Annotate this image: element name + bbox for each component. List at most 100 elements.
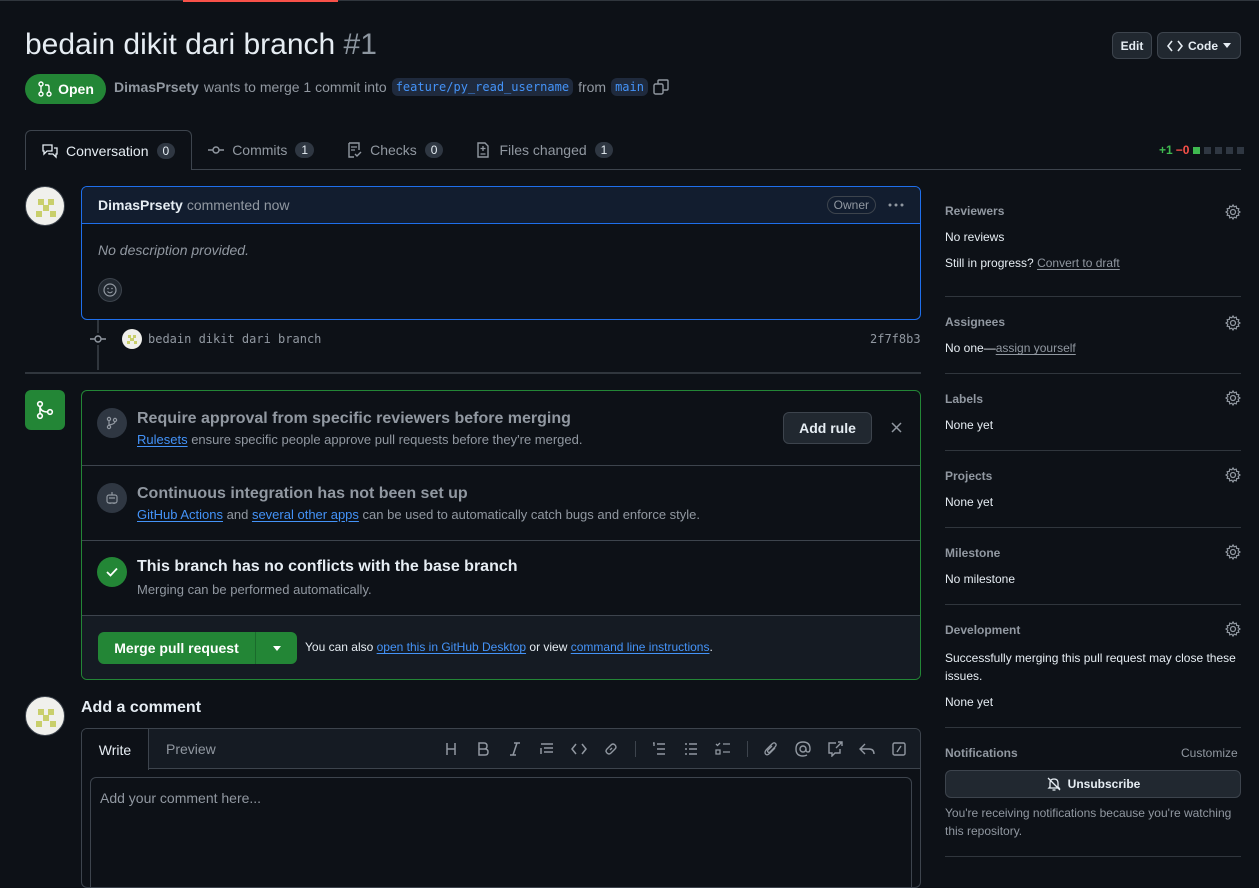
reply-icon[interactable] xyxy=(858,740,876,758)
slash-command-icon[interactable] xyxy=(890,740,908,758)
assign-yourself-link[interactable]: assign yourself xyxy=(996,341,1076,355)
milestone-heading[interactable]: Milestone xyxy=(945,546,1000,560)
ci-section: Continuous integration has not been set … xyxy=(82,466,920,541)
reviewers-heading[interactable]: Reviewers xyxy=(945,204,1004,218)
code-button[interactable]: Code xyxy=(1157,32,1241,59)
reviewers-value: No reviews xyxy=(945,230,1005,244)
from-text: from xyxy=(578,79,607,95)
progress-text: Still in progress? xyxy=(945,256,1034,270)
ordered-list-icon[interactable] xyxy=(650,740,668,758)
command-line-link[interactable]: command line instructions xyxy=(571,640,710,654)
tab-preview[interactable]: Preview xyxy=(166,729,216,769)
commit-sha[interactable]: 2f7f8b3 xyxy=(870,332,921,346)
ci-subtitle: can be used to automatically catch bugs … xyxy=(362,507,701,522)
projects-value: None yet xyxy=(945,495,994,509)
labels-value: None yet xyxy=(945,418,994,432)
commit-avatar[interactable] xyxy=(122,329,142,349)
notifications-description: You're receiving notifications because y… xyxy=(945,806,1232,838)
merge-options-dropdown[interactable] xyxy=(256,632,297,664)
comment-time[interactable]: commented now xyxy=(187,197,290,213)
gear-icon[interactable] xyxy=(1225,204,1241,220)
git-commit-icon xyxy=(90,333,106,345)
tab-files-changed[interactable]: Files changed 1 xyxy=(459,130,629,170)
code-icon xyxy=(1167,40,1183,52)
projects-heading[interactable]: Projects xyxy=(945,469,992,483)
quote-icon[interactable] xyxy=(538,740,556,758)
gear-icon[interactable] xyxy=(1225,315,1241,331)
tab-count: 1 xyxy=(295,142,315,158)
italic-icon[interactable] xyxy=(506,740,524,758)
unsubscribe-label: Unsubscribe xyxy=(1067,777,1141,791)
copy-icon[interactable] xyxy=(653,79,669,95)
comment-header: DimasPrsety commented now Owner xyxy=(82,187,920,224)
tab-commits[interactable]: Commits 1 xyxy=(192,130,330,170)
convert-to-draft-link[interactable]: Convert to draft xyxy=(1037,256,1120,270)
gear-icon[interactable] xyxy=(1225,621,1241,637)
kebab-horizontal-icon[interactable] xyxy=(888,203,904,207)
smiley-icon[interactable] xyxy=(98,278,122,302)
ruleset-title: Require approval from specific reviewers… xyxy=(137,410,571,427)
editor-toolbar: Write Preview xyxy=(82,729,920,770)
merge-box: Require approval from specific reviewers… xyxy=(81,390,921,680)
conflict-title: This branch has no conflicts with the ba… xyxy=(137,558,518,575)
check-icon xyxy=(97,557,127,587)
github-actions-link[interactable]: GitHub Actions xyxy=(137,507,223,522)
git-merge-icon xyxy=(25,390,65,430)
comment-textarea[interactable]: Add your comment here... xyxy=(90,777,912,887)
gear-icon[interactable] xyxy=(1225,467,1241,483)
pr-number: #1 xyxy=(343,28,377,61)
edit-button[interactable]: Edit xyxy=(1112,32,1152,59)
base-branch[interactable]: feature/py_read_username xyxy=(391,78,574,96)
task-list-icon[interactable] xyxy=(714,740,732,758)
close-icon[interactable] xyxy=(891,422,902,433)
code-icon[interactable] xyxy=(570,740,588,758)
assignees-heading[interactable]: Assignees xyxy=(945,315,1005,329)
merge-pull-request-button[interactable]: Merge pull request xyxy=(98,632,256,664)
mention-icon[interactable] xyxy=(794,740,812,758)
paperclip-icon[interactable] xyxy=(762,740,780,758)
tab-label: Commits xyxy=(232,142,288,158)
pull-request-icon xyxy=(37,81,53,97)
avatar[interactable] xyxy=(25,186,65,226)
github-desktop-link[interactable]: open this in GitHub Desktop xyxy=(377,640,526,654)
comment-discussion-icon xyxy=(42,143,58,159)
ruleset-subtitle: ensure specific people approve pull requ… xyxy=(191,432,583,447)
customize-link[interactable]: Customize xyxy=(1181,746,1238,760)
link-icon[interactable] xyxy=(602,740,620,758)
gear-icon[interactable] xyxy=(1225,390,1241,406)
head-branch[interactable]: main xyxy=(611,78,648,96)
timeline-divider xyxy=(25,372,921,374)
tab-label: Conversation xyxy=(66,142,149,159)
development-heading[interactable]: Development xyxy=(945,623,1020,637)
status-badge: Open xyxy=(25,74,106,104)
pr-description-comment: DimasPrsety commented now Owner No descr… xyxy=(81,186,921,320)
edit-button-label: Edit xyxy=(1120,38,1144,53)
pr-tabs: Conversation 0 Commits 1 Checks 0 Files … xyxy=(25,130,629,170)
period: . xyxy=(709,640,713,654)
bold-icon[interactable] xyxy=(474,740,492,758)
commit-message[interactable]: bedain dikit dari branch xyxy=(148,332,321,346)
also-text: You can also xyxy=(305,640,374,654)
author-link[interactable]: DimasPrsety xyxy=(114,79,199,95)
other-apps-link[interactable]: several other apps xyxy=(252,507,359,522)
tab-checks[interactable]: Checks 0 xyxy=(330,130,459,170)
notifications-heading: Notifications xyxy=(945,746,1018,760)
merge-button-group: Merge pull request xyxy=(98,632,297,664)
labels-heading[interactable]: Labels xyxy=(945,392,983,406)
tabs-divider xyxy=(25,169,1241,170)
tab-conversation[interactable]: Conversation 0 xyxy=(25,130,193,170)
tab-label: Files changed xyxy=(499,142,587,158)
diffstat: +1 −0 xyxy=(1159,143,1245,157)
unsubscribe-button[interactable]: Unsubscribe xyxy=(945,770,1241,798)
tab-write[interactable]: Write xyxy=(82,729,149,770)
gear-icon[interactable] xyxy=(1225,544,1241,560)
checklist-icon xyxy=(346,142,362,158)
add-rule-button[interactable]: Add rule xyxy=(783,412,872,444)
rulesets-link[interactable]: Rulesets xyxy=(137,432,188,447)
tab-count: 0 xyxy=(156,142,176,159)
avatar[interactable] xyxy=(25,696,65,736)
cross-reference-icon[interactable] xyxy=(826,740,844,758)
unordered-list-icon[interactable] xyxy=(682,740,700,758)
heading-icon[interactable] xyxy=(442,740,460,758)
comment-author[interactable]: DimasPrsety xyxy=(98,197,183,213)
